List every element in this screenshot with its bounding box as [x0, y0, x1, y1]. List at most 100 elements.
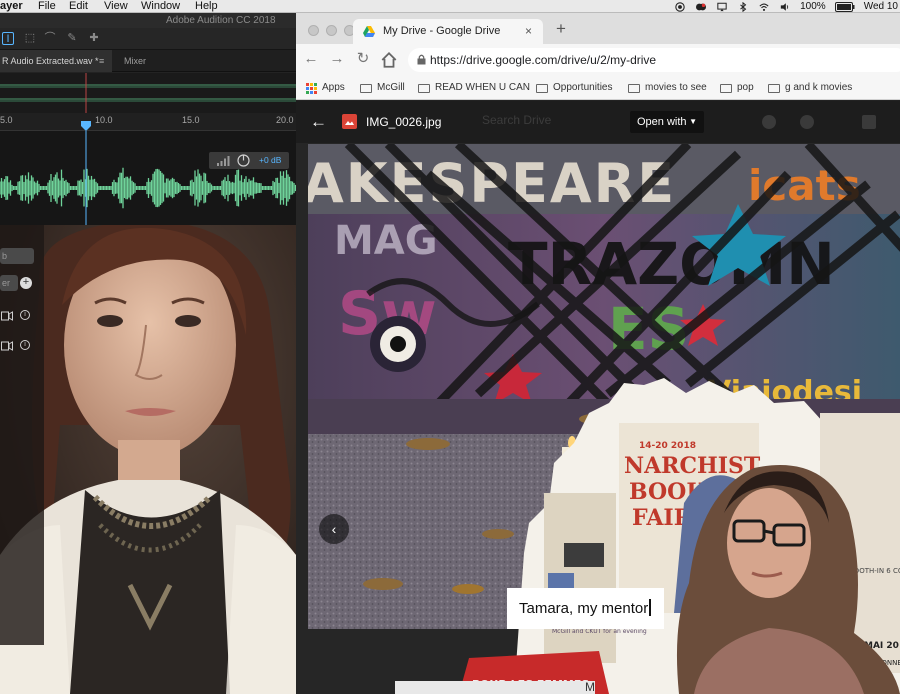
tab-title: My Drive - Google Drive: [383, 25, 501, 37]
bookmark-folder[interactable]: Opportunities: [536, 76, 612, 100]
bookmark-folder[interactable]: g and k movies: [768, 76, 852, 100]
svg-text:MAG: MAG: [334, 218, 438, 264]
svg-text:14-20 2018: 14-20 2018: [639, 441, 696, 451]
preview-header: ← IMG_0026.jpg Search Drive Open with ▼: [296, 101, 900, 143]
bookmark-label: g and k movies: [785, 82, 853, 93]
webcam-left: [0, 225, 296, 694]
menu-edit[interactable]: Edit: [69, 0, 88, 13]
level-readout: +0 dB: [259, 155, 282, 165]
menu-file[interactable]: File: [38, 0, 56, 13]
playhead-marker[interactable]: [81, 121, 92, 131]
status-area: 100% Wed 10: [674, 0, 900, 13]
tab-audio-file[interactable]: R Audio Extracted.wav * ≡: [0, 50, 112, 72]
help-icon[interactable]: [762, 115, 776, 129]
time-ruler[interactable]: 5.0 10.0 15.0 20.0: [0, 113, 296, 131]
close-tab-icon[interactable]: ×: [525, 19, 532, 44]
battery-icon[interactable]: [834, 1, 855, 12]
folder-icon: [628, 83, 640, 93]
forward-button[interactable]: →: [328, 50, 346, 68]
webcam-person-left: [0, 225, 296, 694]
bookmark-folder[interactable]: movies to see: [628, 76, 707, 100]
dropdown-caret-icon: ▼: [689, 117, 697, 126]
menu-app-name[interactable]: ayer: [0, 0, 23, 13]
sidebar-field-2[interactable]: er: [0, 275, 18, 291]
reload-button[interactable]: ↻: [354, 50, 372, 68]
time-selection-tool-icon[interactable]: I: [2, 32, 14, 45]
battery-percent: 100%: [800, 1, 826, 12]
record-icon[interactable]: [674, 1, 686, 12]
video-icon[interactable]: [1, 311, 13, 321]
bookmark-label: movies to see: [645, 82, 707, 93]
bookmark-label: READ WHEN U CAN: [435, 82, 531, 93]
image-file-icon: [342, 114, 357, 129]
lock-icon[interactable]: [417, 54, 426, 65]
waveform-display[interactable]: [0, 131, 296, 225]
apps-icon[interactable]: [862, 115, 876, 129]
bookmark-folder[interactable]: READ WHEN U CAN: [418, 76, 530, 100]
screen: ayer File Edit View Window Help 100% Wed…: [0, 0, 900, 694]
tab-menu-icon[interactable]: ≡: [99, 50, 104, 72]
creative-cloud-icon[interactable]: [695, 2, 707, 12]
screen-mirror-icon[interactable]: [716, 2, 728, 12]
audition-toolbar: I ⬚ ⌒ ✎ ✚: [0, 28, 296, 50]
search-drive-ghost: Search Drive: [482, 113, 552, 127]
previous-image-button[interactable]: ‹: [319, 514, 349, 544]
bookmark-apps[interactable]: Apps: [306, 76, 345, 100]
tab-strip: My Drive - Google Drive × +: [296, 13, 900, 44]
folder-icon: [360, 83, 372, 93]
bookmark-label: McGill: [377, 82, 405, 93]
level-hud[interactable]: +0 dB: [209, 152, 289, 169]
info-icon[interactable]: i: [20, 310, 30, 320]
open-with-button[interactable]: Open with ▼: [630, 111, 704, 133]
bookmark-folder[interactable]: McGill: [360, 76, 405, 100]
caption-text: Tamara, my mentor: [519, 600, 649, 617]
waveform-overview[interactable]: [0, 73, 296, 113]
google-drive-icon: [363, 26, 375, 37]
minimize-window-icon[interactable]: [326, 25, 337, 36]
volume-knob-icon[interactable]: [237, 154, 250, 167]
marquee-tool-icon[interactable]: ⬚: [24, 32, 36, 45]
wifi-icon[interactable]: [758, 2, 770, 12]
drive-peek: My Drive: [395, 681, 595, 694]
caption-box[interactable]: Tamara, my mentor: [507, 588, 664, 629]
close-preview-icon[interactable]: ←: [310, 112, 327, 132]
bluetooth-icon[interactable]: [737, 1, 749, 12]
address-bar[interactable]: https://drive.google.com/drive/u/2/my-dr…: [408, 48, 900, 72]
healing-tool-icon[interactable]: ✚: [88, 32, 100, 45]
menu-view[interactable]: View: [104, 0, 128, 13]
folder-icon: [720, 83, 732, 93]
video-icon[interactable]: [1, 341, 13, 351]
collage-overlay: 14-20 2018 NARCHIST BOOK FAIR McGill and…: [459, 378, 900, 694]
close-window-icon[interactable]: [308, 25, 319, 36]
settings-icon[interactable]: [800, 115, 814, 129]
audition-window: Adobe Audition CC 2018 I ⬚ ⌒ ✎ ✚ R Audio…: [0, 13, 296, 225]
home-icon[interactable]: [380, 51, 398, 69]
volume-icon[interactable]: [779, 2, 791, 12]
folder-icon: [418, 83, 430, 93]
text-cursor: [649, 599, 651, 616]
browser-toolbar: ← → ↻ https://drive.google.com/drive/u/2…: [296, 44, 900, 76]
bookmarks-bar: Apps McGill READ WHEN U CAN Opportunitie…: [296, 76, 900, 100]
new-tab-button[interactable]: +: [552, 19, 570, 39]
info-icon[interactable]: i: [20, 340, 30, 350]
ruler-tick: 5.0: [0, 115, 13, 125]
menu-help[interactable]: Help: [195, 0, 218, 13]
browser-tab[interactable]: My Drive - Google Drive ×: [353, 19, 543, 44]
tab-mixer[interactable]: Mixer: [124, 50, 146, 72]
back-button[interactable]: ←: [302, 50, 320, 68]
bookmark-label: Apps: [322, 82, 345, 93]
clock[interactable]: Wed 10: [864, 0, 898, 13]
menu-window[interactable]: Window: [141, 0, 180, 13]
url-text: https://drive.google.com/drive/u/2/my-dr…: [430, 53, 657, 67]
add-icon[interactable]: +: [20, 277, 32, 289]
bookmark-label: Opportunities: [553, 82, 613, 93]
ruler-tick: 15.0: [182, 115, 200, 125]
brush-tool-icon[interactable]: ✎: [66, 32, 78, 45]
sidebar-field-1[interactable]: b: [0, 248, 34, 264]
preview-file-name: IMG_0026.jpg: [366, 115, 442, 129]
lasso-tool-icon[interactable]: ⌒: [44, 32, 56, 45]
drive-peek-label: My Drive: [585, 681, 595, 694]
folder-icon: [768, 83, 780, 93]
bookmark-folder[interactable]: pop: [720, 76, 754, 100]
apps-grid-icon: [306, 82, 317, 94]
